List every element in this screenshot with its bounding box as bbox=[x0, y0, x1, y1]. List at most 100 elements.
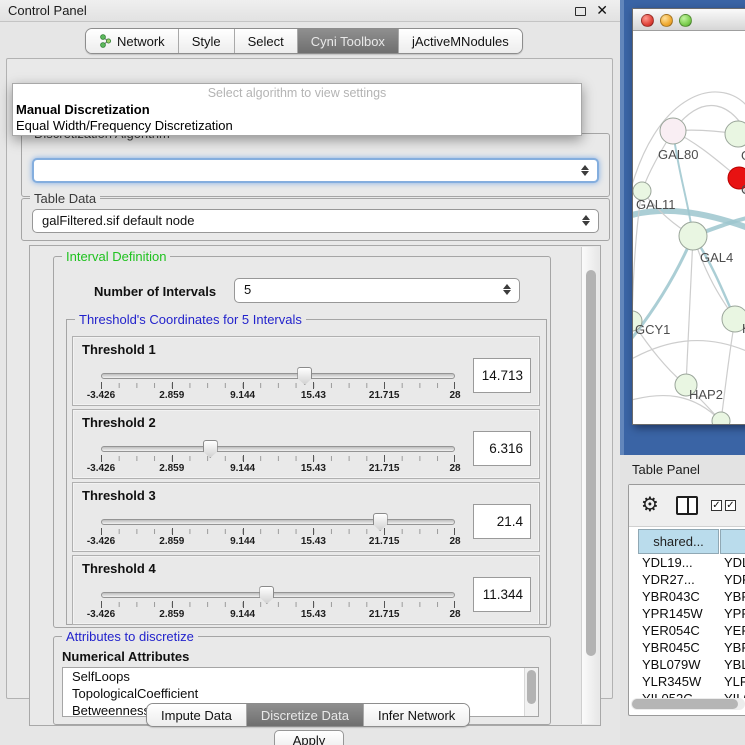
table-row[interactable]: YBR043C YBR0 bbox=[629, 589, 745, 606]
cell-shared-name[interactable]: YBR045C bbox=[642, 640, 700, 655]
scrollbar-thumb[interactable] bbox=[632, 699, 738, 709]
float-window-icon[interactable] bbox=[575, 7, 586, 16]
tab-discretize-data[interactable]: Discretize Data bbox=[247, 704, 364, 726]
cell-name[interactable]: YBR0 bbox=[724, 589, 745, 604]
close-icon[interactable]: ✕ bbox=[596, 2, 608, 19]
tab-infer-network[interactable]: Infer Network bbox=[364, 704, 469, 726]
checkbox-icon[interactable]: ✓ bbox=[725, 500, 736, 511]
cell-name[interactable]: YLR3 bbox=[724, 674, 745, 689]
tab-impute-data[interactable]: Impute Data bbox=[147, 704, 247, 726]
tab-select[interactable]: Select bbox=[235, 29, 298, 53]
tab-network[interactable]: Network bbox=[86, 29, 179, 53]
tab-cyni-toolbox[interactable]: Cyni Toolbox bbox=[298, 29, 399, 53]
network-window-titlebar[interactable] bbox=[633, 9, 745, 31]
combo-value: 5 bbox=[244, 282, 251, 297]
tab-label: Network bbox=[117, 34, 165, 49]
scrollbar-thumb[interactable] bbox=[586, 270, 596, 656]
dropdown-option-equal-width-frequency[interactable]: Equal Width/Frequency Discretization bbox=[16, 118, 233, 133]
threshold-slider[interactable]: -3.4262.8599.14415.4321.71528 bbox=[101, 373, 455, 397]
threshold-slider[interactable]: -3.4262.8599.14415.4321.71528 bbox=[101, 519, 455, 543]
slider-track[interactable] bbox=[101, 373, 455, 379]
slider-track[interactable] bbox=[101, 592, 455, 598]
cell-name[interactable]: YIL0 bbox=[724, 691, 745, 698]
group-title: Threshold's Coordinates for 5 Intervals bbox=[75, 312, 306, 327]
table-row[interactable]: YPR145W YPR1 bbox=[629, 606, 745, 623]
network-view-window[interactable]: GAL80GACGAL11GAL4GCY1HHAP2 bbox=[632, 8, 745, 425]
slider-tick-label: 28 bbox=[449, 536, 460, 547]
scrollbar-thumb[interactable] bbox=[527, 670, 536, 704]
panel-scrollbar[interactable] bbox=[581, 247, 599, 724]
network-canvas[interactable]: GAL80GACGAL11GAL4GCY1HHAP2 bbox=[633, 31, 745, 424]
dropdown-option-manual-discretization[interactable]: Manual Discretization bbox=[16, 102, 150, 117]
threshold-value-field[interactable]: 14.713 bbox=[473, 358, 531, 393]
gear-icon[interactable]: ⚙ bbox=[641, 492, 659, 517]
cell-shared-name[interactable]: YDR27... bbox=[642, 572, 695, 587]
cell-name[interactable]: YDL1 bbox=[724, 555, 745, 570]
cell-name[interactable]: YBR0 bbox=[724, 640, 745, 655]
threshold-box: Threshold 3 -3.4262.8599.14415.4321.7152… bbox=[72, 482, 540, 552]
cell-shared-name[interactable]: YBL079W bbox=[642, 657, 701, 672]
cell-name[interactable]: YDR2 bbox=[724, 572, 745, 587]
slider-tick-label: 15.43 bbox=[301, 536, 326, 547]
cell-shared-name[interactable]: YDL19... bbox=[642, 555, 693, 570]
tab-style[interactable]: Style bbox=[179, 29, 235, 53]
network-edge[interactable] bbox=[686, 236, 693, 385]
threshold-value-field[interactable]: 11.344 bbox=[473, 577, 531, 612]
slider-tick-label: 21.715 bbox=[369, 463, 400, 474]
cell-shared-name[interactable]: YER054C bbox=[642, 623, 700, 638]
threshold-value-field[interactable]: 6.316 bbox=[473, 431, 531, 466]
attribute-list-item[interactable]: TopologicalCoefficient bbox=[63, 685, 538, 702]
slider-major-tick bbox=[101, 382, 102, 389]
pink-node[interactable] bbox=[660, 118, 686, 144]
threshold-value-field[interactable]: 21.4 bbox=[473, 504, 531, 539]
gal4-node[interactable] bbox=[679, 222, 707, 250]
slider-major-tick bbox=[454, 455, 455, 462]
cell-shared-name[interactable]: YLR345W bbox=[642, 674, 701, 689]
cell-name[interactable]: YER0 bbox=[724, 623, 745, 638]
slider-track[interactable] bbox=[101, 519, 455, 525]
network-edge[interactable] bbox=[721, 319, 735, 421]
table-row[interactable]: YBL079W YBL0 bbox=[629, 657, 745, 674]
tab-jactivemnodules[interactable]: jActiveMNodules bbox=[399, 29, 522, 53]
list-scrollbar[interactable] bbox=[524, 668, 538, 716]
threshold-slider[interactable]: -3.4262.8599.14415.4321.71528 bbox=[101, 592, 455, 616]
table-hscrollbar[interactable] bbox=[631, 698, 745, 710]
threshold-slider[interactable]: -3.4262.8599.14415.4321.71528 bbox=[101, 446, 455, 470]
minimize-traffic-light-icon[interactable] bbox=[660, 14, 673, 27]
cell-name[interactable]: YBL0 bbox=[724, 657, 745, 672]
top-right-node[interactable] bbox=[725, 121, 745, 147]
tab-label: jActiveMNodules bbox=[412, 34, 509, 49]
slider-major-tick bbox=[313, 528, 314, 535]
checkbox-icon[interactable]: ✓ bbox=[711, 500, 722, 511]
slider-tick-label: -3.426 bbox=[87, 463, 115, 474]
table-row[interactable]: YIL052C YIL0 bbox=[629, 691, 745, 698]
tab-label: Select bbox=[248, 34, 284, 49]
table-row[interactable]: YDL19... YDL1 bbox=[629, 555, 745, 572]
zoom-traffic-light-icon[interactable] bbox=[679, 14, 692, 27]
column-header-shared-name[interactable]: shared... bbox=[638, 529, 719, 554]
column-header-name[interactable]: n bbox=[720, 529, 745, 554]
number-of-intervals-combobox[interactable]: 5 bbox=[234, 278, 520, 303]
algorithm-combobox[interactable] bbox=[32, 158, 599, 183]
network-edge[interactable] bbox=[633, 341, 745, 361]
cell-shared-name[interactable]: YPR145W bbox=[642, 606, 703, 621]
cell-shared-name[interactable]: YIL052C bbox=[642, 691, 693, 698]
table-row[interactable]: YER054C YER0 bbox=[629, 623, 745, 640]
attribute-list-item[interactable]: SelfLoops bbox=[63, 668, 538, 685]
close-traffic-light-icon[interactable] bbox=[641, 14, 654, 27]
apply-button[interactable]: Apply bbox=[274, 730, 344, 745]
columns-icon[interactable] bbox=[676, 496, 698, 515]
tab-label: Discretize Data bbox=[261, 708, 349, 723]
slider-track[interactable] bbox=[101, 446, 455, 452]
slider-major-tick bbox=[172, 528, 173, 535]
table-data-combobox[interactable]: galFiltered.sif default node bbox=[32, 209, 599, 233]
table-row[interactable]: YDR27... YDR2 bbox=[629, 572, 745, 589]
table-row[interactable]: YLR345W YLR3 bbox=[629, 674, 745, 691]
cell-shared-name[interactable]: YBR043C bbox=[642, 589, 700, 604]
cell-name[interactable]: YPR1 bbox=[724, 606, 745, 621]
slider-major-tick bbox=[384, 455, 385, 462]
node-table: ⚙ ✓ ✓ shared... n YDL19...YDL1YDR27...YD… bbox=[628, 484, 745, 716]
table-row[interactable]: YBR045C YBR0 bbox=[629, 640, 745, 657]
slider-major-tick bbox=[313, 455, 314, 462]
cytoscape-window: Control Panel ✕ Network Style Select Cyn… bbox=[0, 0, 745, 745]
